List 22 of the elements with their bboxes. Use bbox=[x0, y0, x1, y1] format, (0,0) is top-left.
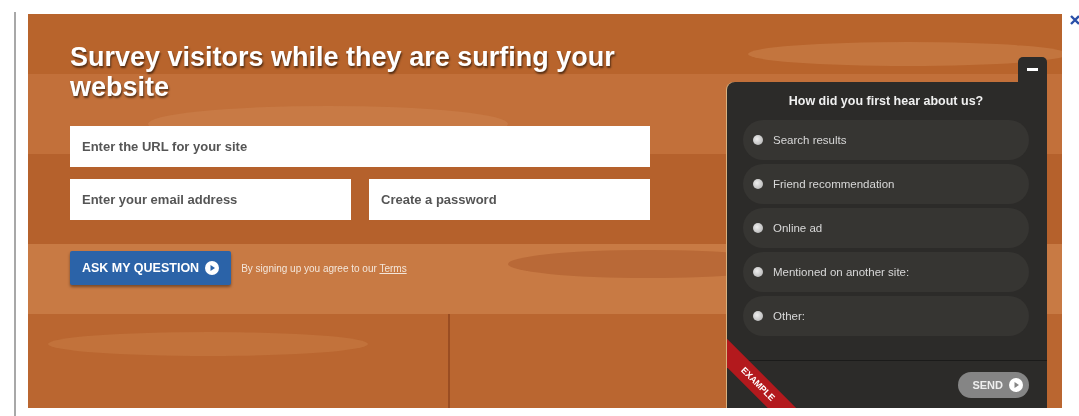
password-field[interactable]: Create a password bbox=[369, 179, 650, 220]
minimize-icon bbox=[1027, 68, 1038, 71]
minimize-button[interactable] bbox=[1018, 57, 1047, 82]
close-icon[interactable] bbox=[1070, 14, 1079, 26]
terms-notice: By signing up you agree to our Terms bbox=[241, 262, 407, 274]
radio-button[interactable] bbox=[753, 135, 763, 145]
survey-option[interactable]: Search results bbox=[743, 120, 1029, 160]
radio-button[interactable] bbox=[753, 223, 763, 233]
radio-button[interactable] bbox=[753, 179, 763, 189]
survey-question: How did you first hear about us? bbox=[787, 94, 985, 108]
ask-question-button[interactable]: ASK MY QUESTION bbox=[70, 251, 232, 285]
survey-option[interactable]: Friend recommendation bbox=[743, 164, 1029, 204]
url-field[interactable]: Enter the URL for your site bbox=[70, 126, 650, 167]
play-icon bbox=[1009, 377, 1023, 392]
hero-title: Survey visitors while they are surfing your website bbox=[70, 42, 616, 102]
radio-button[interactable] bbox=[753, 267, 763, 277]
radio-button[interactable] bbox=[753, 311, 763, 321]
survey-option[interactable]: Mentioned on another site: bbox=[743, 252, 1029, 292]
play-icon bbox=[205, 261, 220, 275]
survey-option[interactable]: Other: bbox=[743, 296, 1029, 336]
email-field[interactable]: Enter your email address bbox=[70, 179, 351, 220]
survey-option[interactable]: Online ad bbox=[743, 208, 1029, 248]
